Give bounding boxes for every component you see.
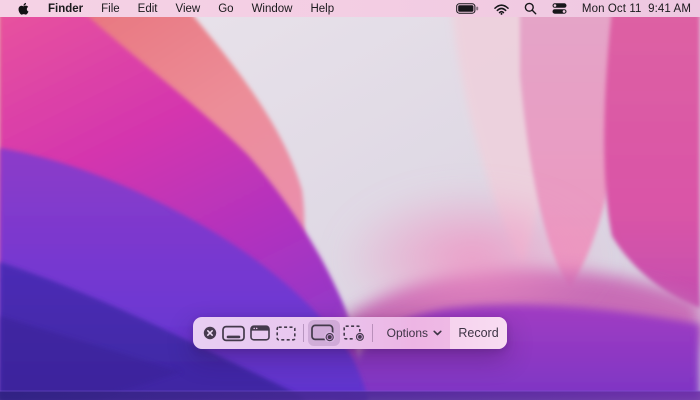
menu-item-label: Edit: [137, 2, 158, 15]
options-button[interactable]: Options: [379, 320, 450, 346]
spotlight-search[interactable]: [524, 0, 537, 17]
desktop: Finder File Edit View Go Window Help Mon…: [0, 0, 700, 400]
capture-entire-screen-icon: [222, 325, 245, 342]
record-entire-screen-icon: [311, 324, 336, 342]
menu-item-label: Go: [218, 2, 234, 15]
menu-item-help[interactable]: Help: [301, 0, 343, 17]
battery-status[interactable]: [456, 0, 479, 17]
menu-item-view[interactable]: View: [167, 0, 210, 17]
menu-item-edit[interactable]: Edit: [129, 0, 167, 17]
menu-item-label: View: [175, 2, 201, 15]
options-label: Options: [386, 326, 429, 340]
menu-item-finder[interactable]: Finder: [39, 0, 92, 17]
chevron-down-icon: [433, 330, 442, 336]
close-icon: [203, 326, 217, 340]
record-button[interactable]: Record: [450, 317, 508, 349]
apple-menu[interactable]: [10, 0, 39, 17]
battery-icon: [456, 3, 479, 14]
menu-item-window[interactable]: Window: [243, 0, 302, 17]
capture-selected-portion-button[interactable]: [273, 320, 299, 346]
capture-selected-portion-icon: [276, 325, 296, 341]
menu-item-label: Window: [251, 2, 293, 15]
menu-item-label: Help: [310, 2, 335, 15]
toolbar-divider: [371, 324, 373, 342]
record-selected-portion-icon: [343, 325, 365, 341]
capture-entire-screen-button[interactable]: [220, 320, 246, 346]
capture-selected-window-button[interactable]: [246, 320, 272, 346]
menu-bar: Finder File Edit View Go Window Help Mon…: [0, 0, 700, 17]
menu-item-file[interactable]: File: [92, 0, 129, 17]
menu-item-go[interactable]: Go: [209, 0, 242, 17]
control-center-icon: [552, 3, 567, 14]
capture-selected-window-icon: [249, 325, 270, 341]
menu-item-label: File: [101, 2, 120, 15]
wifi-status[interactable]: [494, 0, 509, 17]
wifi-icon: [494, 3, 509, 15]
menu-item-label: Finder: [48, 2, 84, 15]
record-label: Record: [458, 326, 499, 340]
toolbar-divider: [302, 324, 304, 342]
record-selected-portion-button[interactable]: [340, 320, 368, 346]
record-entire-screen-button[interactable]: [307, 320, 340, 346]
apple-logo-icon: [18, 2, 29, 16]
menu-bar-clock[interactable]: Mon Oct 11 9:41 AM: [582, 0, 691, 17]
close-button[interactable]: [199, 320, 220, 346]
control-center[interactable]: [552, 0, 567, 17]
screenshot-toolbar: Options Record: [193, 317, 508, 349]
search-icon: [524, 2, 537, 15]
